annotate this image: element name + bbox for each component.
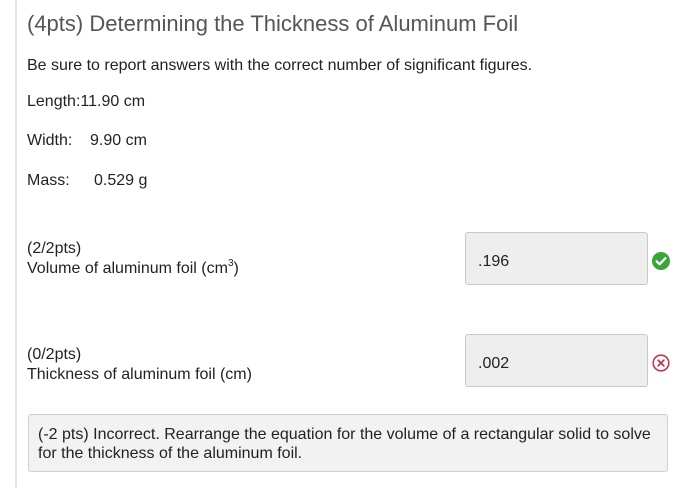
question-thickness-label: Thickness of aluminum foil (cm) bbox=[27, 366, 252, 383]
left-border bbox=[15, 0, 17, 488]
thickness-answer-field[interactable]: .002 bbox=[465, 334, 648, 387]
question-volume-points: (2/2pts) bbox=[27, 240, 82, 257]
x-circle-icon bbox=[652, 354, 670, 372]
volume-answer-value: .196 bbox=[478, 253, 510, 270]
question-thickness-points: (0/2pts) bbox=[27, 346, 82, 363]
feedback-message: (-2 pts) Incorrect. Rearrange the equati… bbox=[28, 414, 668, 472]
length-label: Length: bbox=[27, 93, 81, 110]
check-circle-icon bbox=[652, 252, 670, 270]
mass-measurement: Mass: 0.529 g bbox=[27, 172, 147, 190]
question-volume: (2/2pts) Volume of aluminum foil (cm3) bbox=[27, 239, 239, 279]
width-value: 9.90 cm bbox=[90, 132, 147, 149]
length-measurement: Length:11.90 cm bbox=[27, 93, 145, 111]
mass-value: 0.529 g bbox=[94, 172, 148, 189]
thickness-answer-value: .002 bbox=[478, 355, 510, 372]
question-thickness: (0/2pts) Thickness of aluminum foil (cm) bbox=[27, 345, 252, 385]
width-label: Width: bbox=[27, 132, 73, 149]
width-measurement: Width: 9.90 cm bbox=[27, 132, 147, 150]
volume-answer-field[interactable]: .196 bbox=[465, 232, 648, 285]
page-title: (4pts) Determining the Thickness of Alum… bbox=[27, 11, 519, 36]
mass-label: Mass: bbox=[27, 172, 70, 189]
question-volume-label: Volume of aluminum foil (cm3) bbox=[27, 258, 239, 278]
length-value: 11.90 cm bbox=[80, 93, 146, 110]
instructions-text: Be sure to report answers with the corre… bbox=[27, 57, 533, 74]
